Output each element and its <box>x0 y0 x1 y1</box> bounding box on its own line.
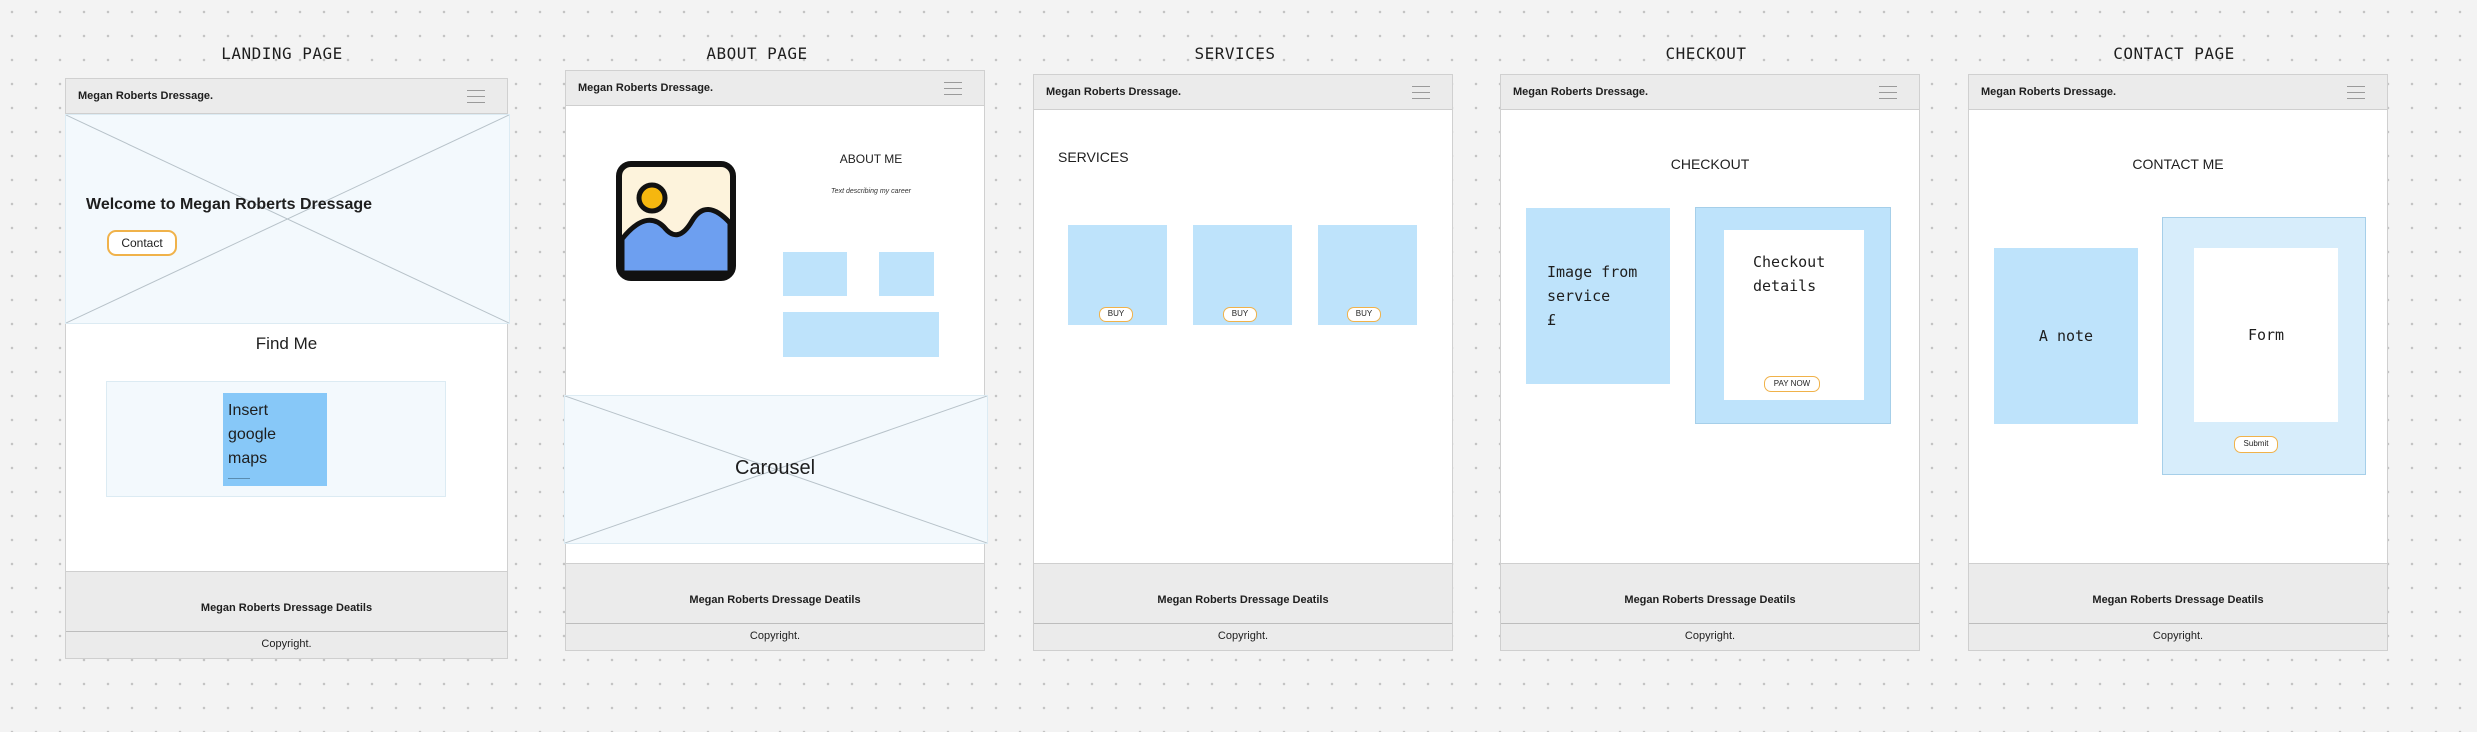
image-note-line: £ <box>1547 311 1557 329</box>
about-heading: ABOUT ME <box>839 152 903 166</box>
about-page-title: ABOUT PAGE <box>706 44 808 63</box>
brand-name[interactable]: Megan Roberts Dressage. <box>1981 75 2116 109</box>
details-line: Checkout <box>1753 253 1826 271</box>
note-block: A note <box>1994 248 2138 424</box>
hamburger-menu-icon[interactable] <box>1412 84 1430 100</box>
find-me-heading: Find Me <box>255 334 318 353</box>
contact-page-frame: Megan Roberts Dressage. CONTACT ME A not… <box>1968 74 2388 651</box>
hamburger-menu-icon[interactable] <box>2347 84 2365 100</box>
about-page-frame: Megan Roberts Dressage. ABOUT ME Text de… <box>564 70 988 651</box>
hero-heading: Welcome to Megan Roberts Dressage <box>86 196 373 213</box>
copyright-text: Copyright. <box>1501 623 1919 650</box>
content-block-wide <box>783 312 939 357</box>
map-sticky-note: Insert google maps <box>223 393 327 486</box>
map-note-line: Insert <box>228 402 269 419</box>
service-image-note: Image from service £ <box>1526 208 1670 384</box>
checkout-page-title: CHECKOUT <box>1665 44 1747 63</box>
services-heading: SERVICES <box>1058 149 1129 165</box>
image-note-line: Image from <box>1547 263 1638 281</box>
brand-name[interactable]: Megan Roberts Dressage. <box>78 79 213 113</box>
map-note-line: maps <box>228 450 268 467</box>
image-note-line: service <box>1547 287 1611 305</box>
copyright-text: Copyright. <box>66 631 507 658</box>
copyright-text: Copyright. <box>566 623 984 650</box>
image-icon <box>616 161 736 281</box>
navbar: Megan Roberts Dressage. <box>566 71 984 106</box>
placeholder-cross-icon <box>66 115 509 323</box>
checkout-page-frame: Megan Roberts Dressage. CHECKOUT Image f… <box>1500 74 1920 651</box>
contact-heading: CONTACT ME <box>2132 156 2224 172</box>
contact-page-title: CONTACT PAGE <box>2113 44 2235 63</box>
map-note-line: google <box>228 426 277 443</box>
contact-form[interactable]: Form <box>2194 248 2338 422</box>
content-block <box>783 252 847 296</box>
buy-button[interactable]: BUY <box>1099 307 1133 322</box>
navbar: Megan Roberts Dressage. <box>1969 75 2387 110</box>
contact-button[interactable]: Contact <box>107 230 177 256</box>
footer: Megan Roberts Dressage Deatils Copyright… <box>565 563 985 651</box>
buy-button[interactable]: BUY <box>1347 307 1381 322</box>
hamburger-menu-icon[interactable] <box>467 88 485 104</box>
hero-image-placeholder <box>65 114 510 324</box>
hamburger-menu-icon[interactable] <box>944 80 962 96</box>
services-page-frame: Megan Roberts Dressage. SERVICES BUY BUY… <box>1033 74 1453 651</box>
footer-title: Megan Roberts Dressage Deatils <box>2092 594 2264 606</box>
brand-name[interactable]: Megan Roberts Dressage. <box>1513 75 1648 109</box>
buy-button[interactable]: BUY <box>1223 307 1257 322</box>
footer: Megan Roberts Dressage Deatils Copyright… <box>1968 563 2388 651</box>
copyright-text: Copyright. <box>1034 623 1452 650</box>
checkout-details-box: Checkout details <box>1724 230 1864 400</box>
details-line: details <box>1753 277 1817 295</box>
pay-now-button[interactable]: PAY NOW <box>1764 376 1820 392</box>
content-block <box>879 252 934 296</box>
sticky-signature <box>228 478 250 479</box>
navbar: Megan Roberts Dressage. <box>1034 75 1452 110</box>
footer: Megan Roberts Dressage Deatils Copyright… <box>1500 563 1920 651</box>
services-page-title: SERVICES <box>1194 44 1276 63</box>
footer-title: Megan Roberts Dressage Deatils <box>1624 594 1796 606</box>
footer-title: Megan Roberts Dressage Deatils <box>200 602 373 614</box>
brand-name[interactable]: Megan Roberts Dressage. <box>578 71 713 105</box>
checkout-panel: Checkout details PAY NOW <box>1695 207 1891 424</box>
hamburger-menu-icon[interactable] <box>1879 84 1897 100</box>
landing-page-title: LANDING PAGE <box>221 44 343 63</box>
checkout-heading: CHECKOUT <box>1670 156 1750 172</box>
footer-title: Megan Roberts Dressage Deatils <box>689 594 861 606</box>
contact-form-panel: Form Submit <box>2162 217 2366 475</box>
submit-button[interactable]: Submit <box>2234 436 2278 453</box>
footer-title: Megan Roberts Dressage Deatils <box>1157 594 1329 606</box>
footer: Megan Roberts Dressage Deatils Copyright… <box>65 571 508 659</box>
footer: Megan Roberts Dressage Deatils Copyright… <box>1033 563 1453 651</box>
navbar: Megan Roberts Dressage. <box>1501 75 1919 110</box>
career-caption: Text describing my career <box>831 188 911 195</box>
copyright-text: Copyright. <box>1969 623 2387 650</box>
landing-page-frame: Megan Roberts Dressage. Welcome to Megan… <box>65 78 510 659</box>
carousel-label: Carousel <box>734 457 816 479</box>
brand-name[interactable]: Megan Roberts Dressage. <box>1046 75 1181 109</box>
navbar: Megan Roberts Dressage. <box>66 79 507 114</box>
